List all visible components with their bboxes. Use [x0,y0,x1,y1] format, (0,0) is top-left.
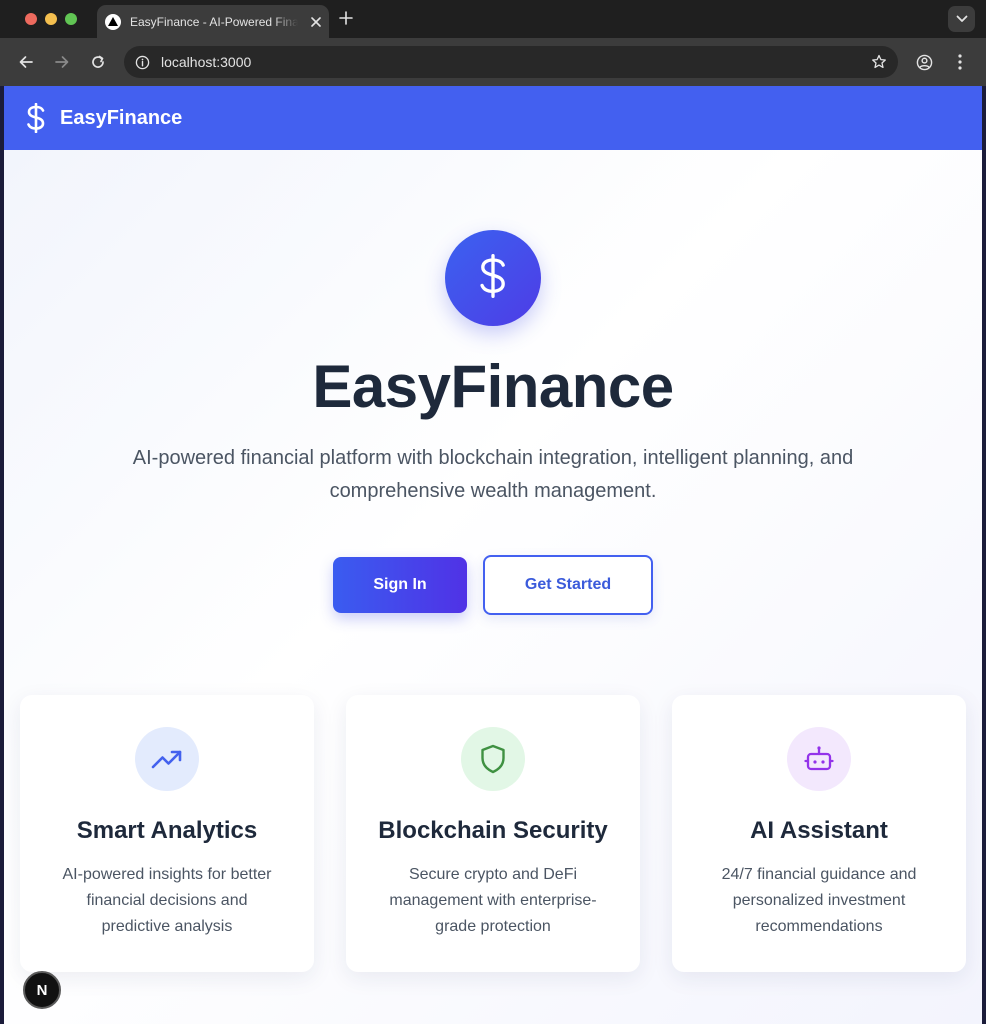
feature-title: Blockchain Security [378,817,608,844]
nextjs-devtools-icon[interactable]: N [23,971,61,1009]
page-viewport: EasyFinance EasyFinance AI-powered finan… [4,86,982,1024]
feature-card-ai-assistant: AI Assistant 24/7 financial guidance and… [672,695,966,972]
url-text: localhost:3000 [161,54,252,70]
hero-subtitle: AI-powered financial platform with block… [132,447,854,502]
dollar-sign-icon [24,103,48,133]
new-tab-plus-icon[interactable] [339,7,353,31]
shield-icon [461,727,525,791]
reload-icon[interactable] [88,52,108,72]
feature-description: AI-powered insights for better financial… [62,866,272,935]
get-started-button[interactable]: Get Started [483,555,653,615]
sign-in-button[interactable]: Sign In [333,557,467,613]
app-header: EasyFinance [4,86,982,150]
tab-search-chevron-icon[interactable] [948,6,975,32]
browser-toolbar: localhost:3000 [0,38,986,86]
minimize-window-button[interactable] [45,13,57,25]
bot-icon [787,727,851,791]
profile-icon[interactable] [914,52,934,72]
devtools-letter: N [36,981,48,999]
hero-logo [445,230,541,326]
brand-name[interactable]: EasyFinance [60,107,182,130]
dollar-sign-icon [477,253,509,303]
forward-arrow-icon[interactable] [52,52,72,72]
close-window-button[interactable] [25,13,37,25]
feature-card-smart-analytics: Smart Analytics AI-powered insights for … [20,695,314,972]
tab-title: EasyFinance - AI-Powered Finance [130,14,298,29]
address-bar[interactable]: localhost:3000 [124,46,898,78]
browser-tab[interactable]: EasyFinance - AI-Powered Finance [97,5,329,38]
tab-strip: EasyFinance - AI-Powered Finance [0,0,986,38]
maximize-window-button[interactable] [65,13,77,25]
feature-title: Smart Analytics [76,817,258,844]
site-info-icon[interactable] [134,54,150,70]
feature-description: 24/7 financial guidance and personalized… [721,866,917,935]
close-tab-icon[interactable] [311,15,321,29]
kebab-menu-icon[interactable] [950,52,970,72]
trending-up-icon [135,727,199,791]
bookmark-star-icon[interactable] [870,53,888,71]
feature-title: AI Assistant [750,817,888,844]
feature-card-blockchain-security: Blockchain Security Secure crypto and De… [346,695,640,972]
feature-description: Secure crypto and DeFi management with e… [389,866,597,935]
hero-title: EasyFinance [312,353,674,420]
nextjs-triangle-icon [105,13,121,30]
back-arrow-icon[interactable] [16,52,36,72]
browser-chrome: EasyFinance - AI-Powered Finance localho… [0,0,986,86]
